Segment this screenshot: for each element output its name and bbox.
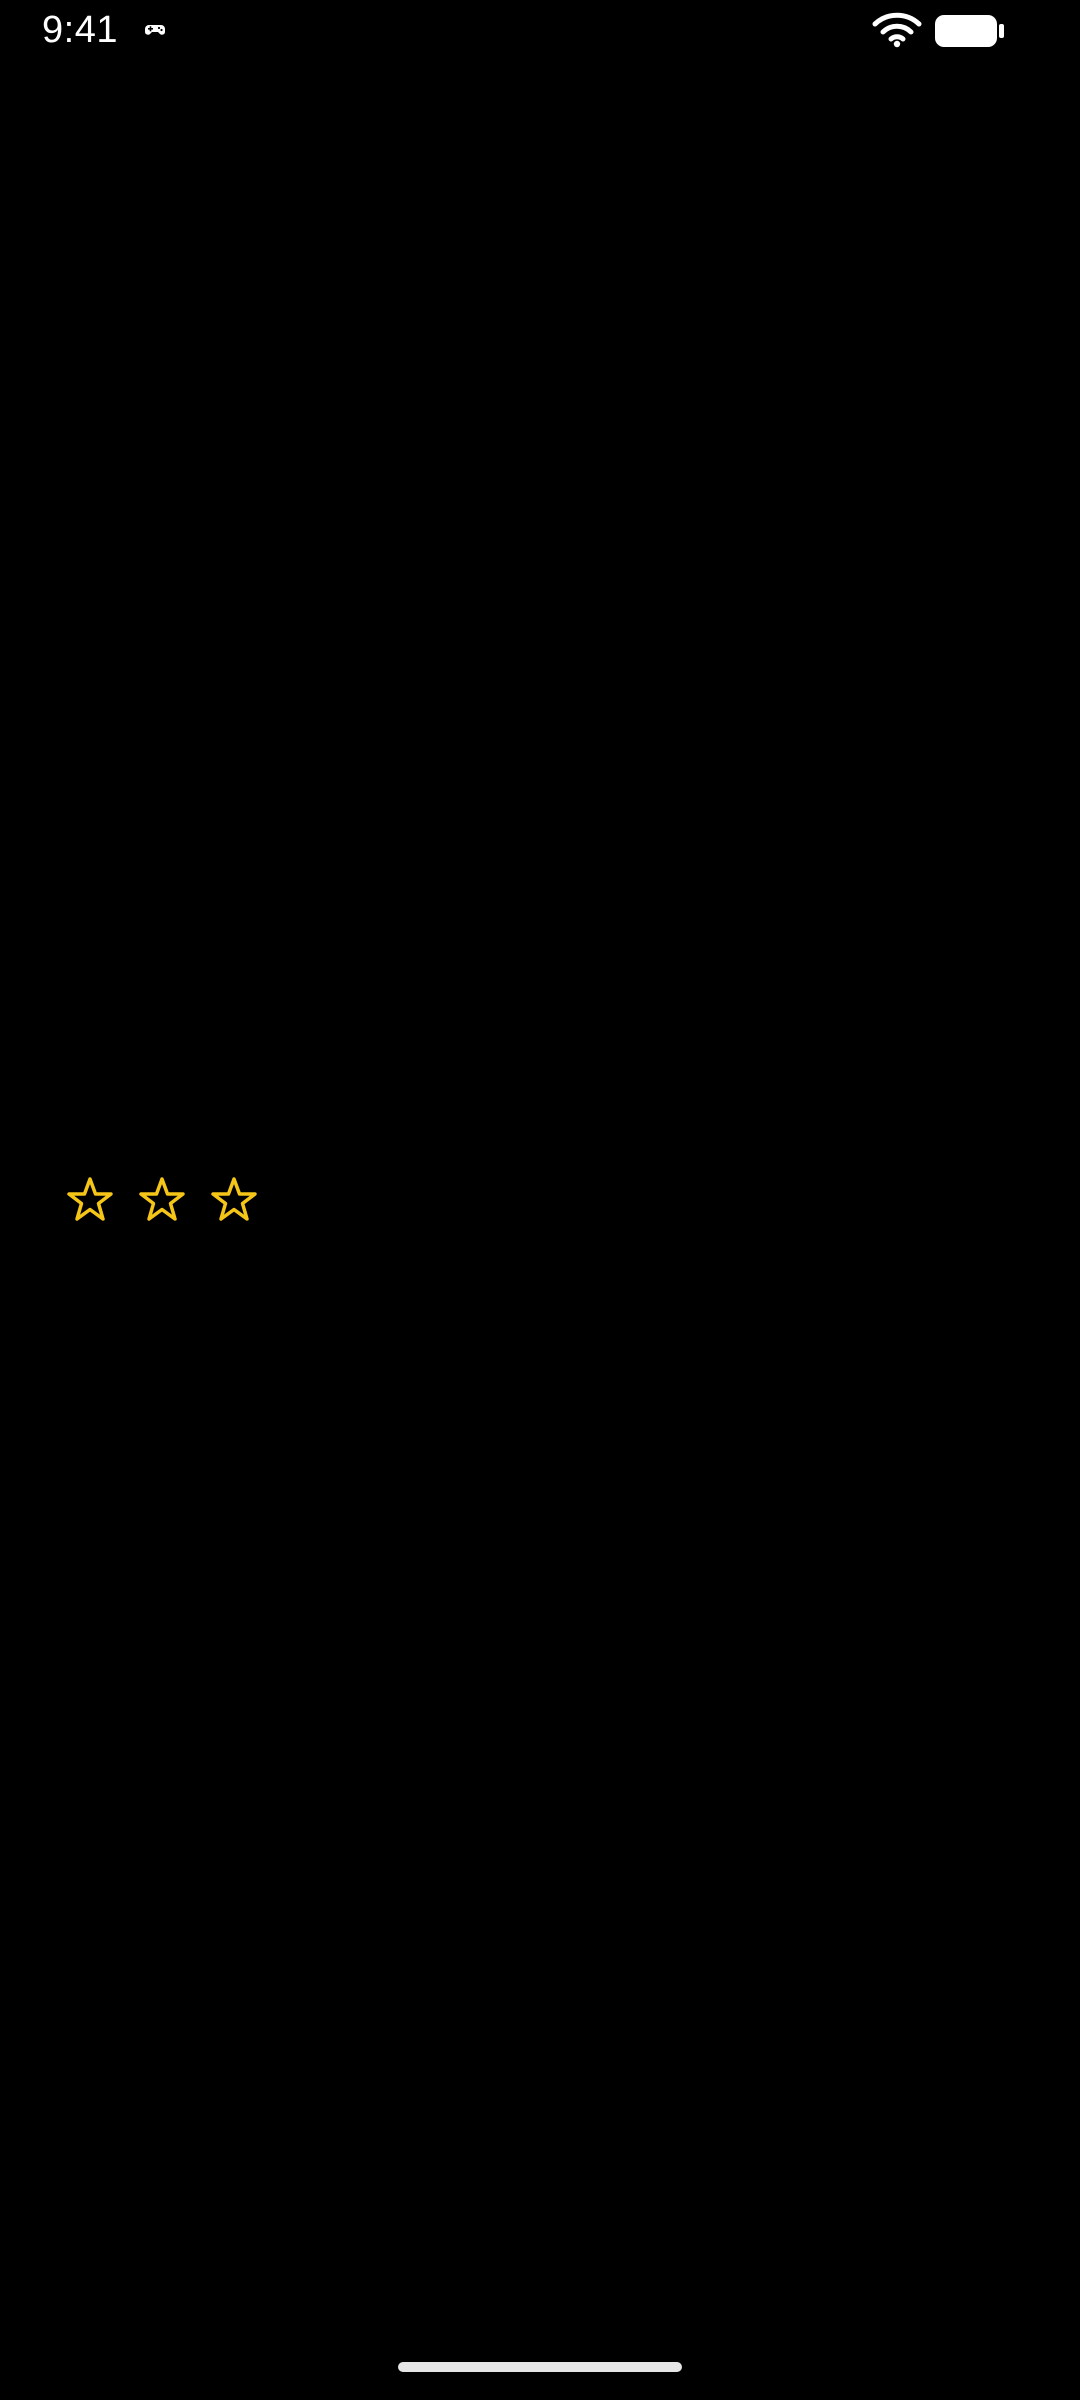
star-outline-icon[interactable] <box>64 1175 116 1227</box>
star-outline-icon[interactable] <box>136 1175 188 1227</box>
home-indicator[interactable] <box>398 2362 682 2372</box>
status-time: 9:41 <box>42 9 118 51</box>
status-bar: 9:41 <box>0 0 1080 62</box>
star-rating[interactable] <box>64 1175 260 1227</box>
star-outline-icon[interactable] <box>208 1175 260 1227</box>
game-controller-icon <box>145 25 165 35</box>
wifi-icon <box>872 12 922 48</box>
battery-icon <box>935 15 1004 47</box>
